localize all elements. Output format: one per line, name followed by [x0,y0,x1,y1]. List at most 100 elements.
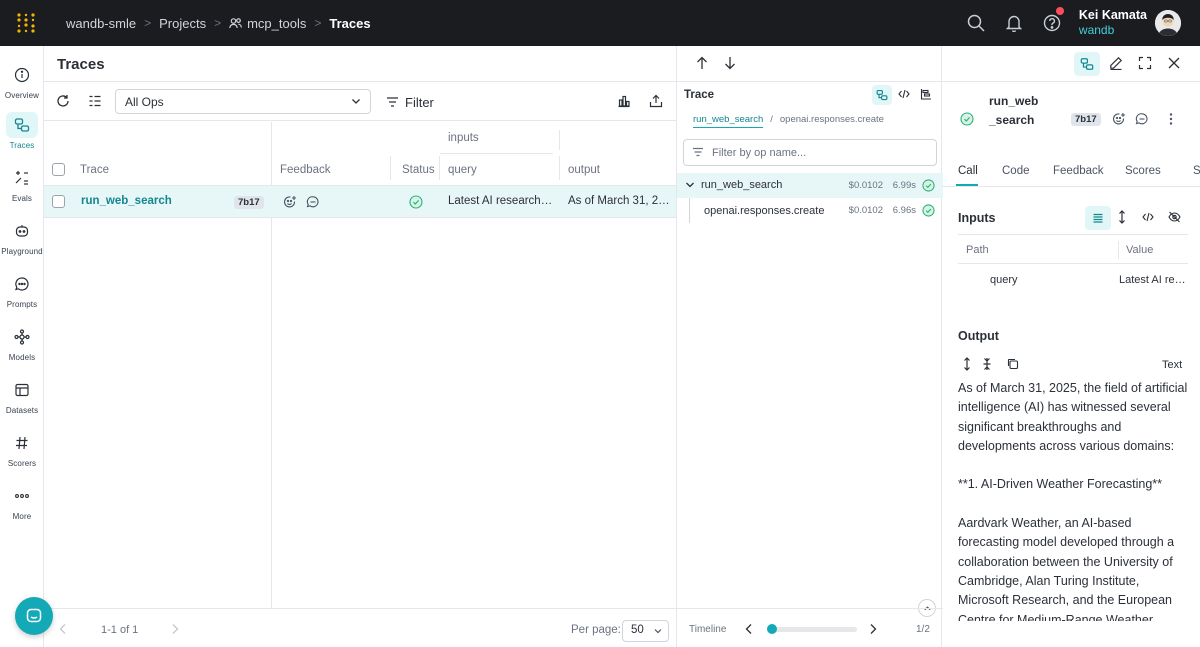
table-row[interactable]: run_web_search 7b17 Latest AI research b… [44,186,676,218]
edit-icon[interactable] [1109,56,1123,70]
chevron-left-icon[interactable] [58,623,68,635]
trace-header: Trace run_web_search / openai.responses.… [677,81,943,173]
breadcrumb-project[interactable]: mcp_tools [229,16,306,31]
tab-feedback[interactable]: Feedback [1053,165,1104,177]
chevron-right-icon: > [144,16,152,30]
nav-label: Prompts [6,300,38,309]
tab-call[interactable]: Call [958,165,978,177]
expand-vertical-icon[interactable] [1117,210,1127,224]
column-feedback[interactable]: Feedback [280,164,331,176]
filter-button[interactable]: Filter [386,90,434,114]
ops-select[interactable]: All Ops [115,89,371,114]
select-all-checkbox[interactable] [52,163,65,176]
comment-icon[interactable] [306,195,320,209]
chevron-down-icon [653,626,663,636]
breadcrumb-entity[interactable]: wandb-smle [66,16,136,31]
path-tab-openai-responses-create[interactable]: openai.responses.create [780,114,884,128]
per-page-select[interactable]: 50 [622,620,669,642]
chevron-down-icon [350,95,362,107]
chevron-down-icon[interactable] [685,180,695,190]
refresh-button[interactable] [51,89,75,113]
nav-label: Models [8,353,36,362]
close-icon[interactable] [1167,56,1181,70]
arrow-up-icon[interactable] [696,56,708,70]
output-cell[interactable]: As of March 31, 2025, the field of artif… [568,195,672,207]
table-row[interactable]: query Latest AI research [958,264,1188,296]
eye-off-icon[interactable] [1168,211,1181,223]
code-view-icon[interactable] [1142,211,1154,223]
support-chat-button[interactable] [15,597,53,635]
nav-item-traces[interactable]: Traces [0,108,44,158]
tree-view-icon[interactable] [872,85,892,105]
tab-scores[interactable]: Scores [1125,165,1161,177]
column-divider[interactable] [559,156,560,180]
comment-icon[interactable] [1135,112,1149,126]
path-tab-run-web-search[interactable]: run_web_search [693,114,764,128]
nav-item-datasets[interactable]: Datasets [0,373,44,423]
status-success-icon [960,112,974,126]
input-value[interactable]: Latest AI research [1119,274,1187,286]
chart-view-button[interactable] [612,89,636,113]
timeline-slider[interactable] [767,624,857,634]
help-icon [1043,14,1061,32]
nav-item-scorers[interactable]: Scorers [0,426,44,476]
nav-item-playground[interactable]: Playground [0,214,44,264]
column-query[interactable]: query [448,164,477,176]
timeline-view-icon[interactable] [920,88,932,100]
search-button[interactable] [957,0,995,46]
column-divider[interactable] [439,156,440,180]
tree-guide-line [689,198,690,223]
timeline-slider-thumb[interactable] [767,624,777,634]
avatar[interactable] [1155,10,1181,36]
status-success-icon [922,204,935,217]
nav-item-overview[interactable]: Overview [0,58,44,108]
tab-code[interactable]: Code [1002,165,1030,177]
call-id-badge: 7b17 [1071,113,1101,126]
column-output[interactable]: output [568,164,600,176]
fullscreen-icon[interactable] [1138,56,1152,70]
column-divider[interactable] [559,130,560,150]
nav-item-evals[interactable]: Evals [0,161,44,211]
copy-icon[interactable] [1006,357,1019,370]
column-status[interactable]: Status [402,164,435,176]
trace-name-link[interactable]: run_web_search [81,195,221,207]
tree-view-toggle-icon[interactable] [1074,52,1100,76]
columns-button[interactable] [83,89,107,113]
breadcrumb-projects[interactable]: Projects [159,16,206,31]
add-reaction-icon[interactable] [1112,112,1126,126]
user-name: Kei Kamata [1078,8,1147,22]
filter-label: Filter [405,94,434,110]
chevron-left-icon[interactable] [744,623,754,635]
code-view-icon[interactable] [898,88,910,100]
tree-node-label: openai.responses.create [704,205,825,217]
user-menu[interactable]: Kei Kamata wandb [1079,8,1147,38]
column-path: Path [966,244,989,256]
nav-item-more[interactable]: More [0,479,44,529]
traces-panel: Traces All Ops Filter inputs Trace Feedb… [44,46,676,647]
more-vertical-icon[interactable] [1168,112,1174,126]
collapse-vertical-icon[interactable] [982,357,992,371]
add-reaction-icon[interactable] [283,195,297,209]
help-button[interactable] [1033,0,1071,46]
query-cell[interactable]: Latest AI research breakthroughs [448,195,554,207]
column-divider[interactable] [390,156,391,180]
wandb-logo-icon[interactable] [0,0,52,46]
op-filter-input[interactable]: Filter by op name... [683,139,937,166]
column-divider[interactable] [1118,241,1119,259]
nav-item-models[interactable]: Models [0,320,44,370]
arrow-down-icon[interactable] [724,56,736,70]
tree-node-label: run_web_search [701,179,783,191]
nav-item-prompts[interactable]: Prompts [0,267,44,317]
export-button[interactable] [644,89,668,113]
chevron-right-icon[interactable] [868,623,878,635]
tab-overflow[interactable]: S [1193,165,1200,177]
expand-vertical-icon[interactable] [962,357,972,371]
notifications-button[interactable] [995,0,1033,46]
chevron-right-icon[interactable] [170,623,180,635]
tree-node-run-web-search[interactable]: run_web_search $0.0102 6.99s [677,173,943,198]
list-view-icon[interactable] [1085,206,1111,230]
column-trace[interactable]: Trace [80,164,109,176]
tree-node-openai-responses-create[interactable]: openai.responses.create $0.0102 6.96s [677,198,943,223]
row-checkbox[interactable] [52,195,65,208]
output-format[interactable]: Text [1162,359,1182,371]
